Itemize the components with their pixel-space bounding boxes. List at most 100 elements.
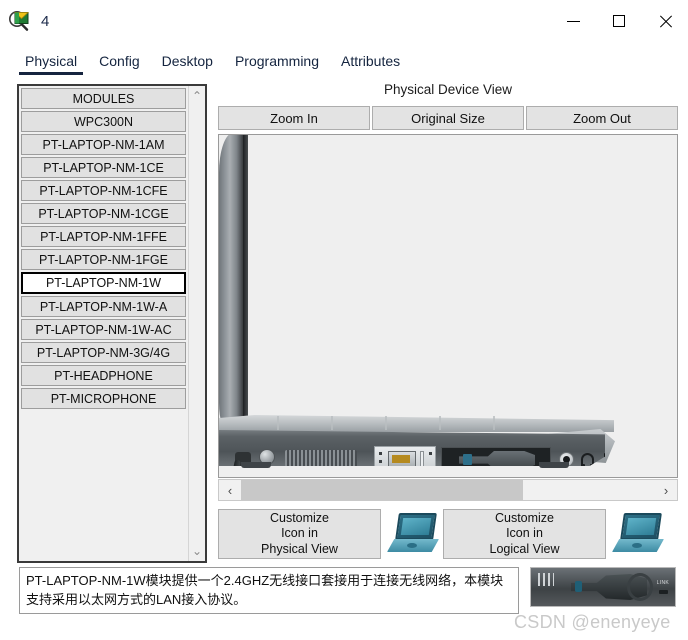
module-preview-image: LINK xyxy=(530,567,676,607)
list-item[interactable]: WPC300N xyxy=(21,111,186,132)
device-view-horizontal-scrollbar[interactable]: ‹ › xyxy=(218,479,678,501)
module-connector-pin xyxy=(575,581,582,592)
tab-desktop-label: Desktop xyxy=(161,53,213,69)
list-item[interactable]: PT-LAPTOP-NM-1CE xyxy=(21,157,186,178)
slot-screw xyxy=(429,468,432,471)
module-description-box: PT-LAPTOP-NM-1W模块提供一个2.4GHZ无线接口套接用于连接无线网… xyxy=(19,567,519,614)
laptop-icon-screen xyxy=(395,513,437,540)
chevron-up-icon[interactable]: ⌃ xyxy=(192,90,202,102)
list-item-label: PT-LAPTOP-NM-1CGE xyxy=(38,206,169,221)
customize-physical-line1: Customize xyxy=(269,510,330,525)
list-item[interactable]: PT-LAPTOP-NM-1FFE xyxy=(21,226,186,247)
bay-tab xyxy=(668,469,673,478)
customize-logical-line2: Icon in xyxy=(506,526,543,541)
chevron-left-icon[interactable]: ‹ xyxy=(219,483,241,498)
physical-device-view-title: Physical Device View xyxy=(383,82,513,97)
keyboard-seam xyxy=(439,416,441,430)
list-item[interactable]: PT-LAPTOP-NM-1W-A xyxy=(21,296,186,317)
customize-icon-physical-view-button[interactable]: Customize Icon in Physical View xyxy=(218,509,381,559)
slot-screw xyxy=(379,452,382,455)
tab-programming-label: Programming xyxy=(234,53,319,69)
list-item[interactable]: PT-LAPTOP-NM-1CGE xyxy=(21,203,186,224)
tab-physical[interactable]: Physical xyxy=(14,54,88,76)
laptop-base xyxy=(219,415,619,471)
title-bar: 4 xyxy=(0,0,688,42)
laptop-base-front xyxy=(219,430,605,466)
list-item-label: PT-LAPTOP-NM-1FFE xyxy=(40,229,167,244)
laptop-foot xyxy=(539,462,569,468)
zoom-in-label: Zoom In xyxy=(270,110,318,126)
maximize-button[interactable] xyxy=(596,0,642,42)
list-item-label: PT-MICROPHONE xyxy=(50,391,157,406)
chevron-right-icon[interactable]: › xyxy=(655,483,677,498)
zoom-in-button[interactable]: Zoom In xyxy=(218,106,370,130)
modules-list[interactable]: MODULES WPC300N PT-LAPTOP-NM-1AM PT-LAPT… xyxy=(19,86,188,561)
slot-screw xyxy=(379,460,382,463)
laptop-icon-screen xyxy=(620,513,662,540)
modules-panel: MODULES WPC300N PT-LAPTOP-NM-1AM PT-LAPT… xyxy=(17,84,207,563)
zoom-button-row: Zoom In Original Size Zoom Out xyxy=(218,106,678,130)
magnifier-device-icon xyxy=(8,8,34,34)
tab-attributes[interactable]: Attributes xyxy=(330,54,411,76)
headphone-icon xyxy=(581,453,594,466)
tab-desktop[interactable]: Desktop xyxy=(151,54,224,76)
list-item[interactable]: PT-LAPTOP-NM-1AM xyxy=(21,134,186,155)
ventilation-grille xyxy=(285,450,357,466)
laptop-lid xyxy=(219,135,245,433)
list-item-selected[interactable]: PT-LAPTOP-NM-1W xyxy=(21,272,186,294)
slot-screw xyxy=(429,452,432,455)
hscroll-track[interactable] xyxy=(241,480,655,500)
list-item[interactable]: PT-LAPTOP-NM-3G/4G xyxy=(21,342,186,363)
list-item-label: PT-LAPTOP-NM-1W-A xyxy=(39,299,168,314)
list-item[interactable]: PT-LAPTOP-NM-1FGE xyxy=(21,249,186,270)
rj45-ethernet-port xyxy=(388,451,416,466)
module-description-text: PT-LAPTOP-NM-1W模块提供一个2.4GHZ无线接口套接用于连接无线网… xyxy=(26,573,504,607)
slot-lever xyxy=(420,451,424,466)
close-button[interactable] xyxy=(642,0,688,42)
maximize-icon xyxy=(613,15,625,27)
tab-config[interactable]: Config xyxy=(88,54,150,76)
title-bar-left: 4 xyxy=(0,8,49,34)
customize-physical-line2: Icon in xyxy=(281,526,318,541)
laptop-icon xyxy=(610,512,664,556)
close-icon xyxy=(659,15,672,28)
hscroll-thumb[interactable] xyxy=(241,480,523,500)
tab-attributes-label: Attributes xyxy=(341,53,401,69)
chevron-down-icon[interactable]: ⌄ xyxy=(192,545,202,557)
usb-port xyxy=(647,453,666,465)
customize-physical-line3: Physical View xyxy=(261,541,338,556)
customize-row: Customize Icon in Physical View Customiz… xyxy=(218,508,678,560)
window-title: 4 xyxy=(41,12,50,30)
customize-logical-line3: Logical View xyxy=(489,541,560,556)
list-item[interactable]: MODULES xyxy=(21,88,186,109)
minimize-button[interactable] xyxy=(550,0,596,42)
list-item-label: PT-LAPTOP-NM-1FGE xyxy=(39,252,168,267)
power-cable xyxy=(229,459,241,466)
laptop-icon-touchpad xyxy=(407,543,417,548)
list-item[interactable]: PT-LAPTOP-NM-1W-AC xyxy=(21,319,186,340)
list-item-label: MODULES xyxy=(72,91,135,106)
minimize-icon xyxy=(566,20,580,22)
list-item-label: PT-LAPTOP-NM-3G/4G xyxy=(36,345,171,360)
tab-config-label: Config xyxy=(99,53,140,69)
list-item-label: PT-HEADPHONE xyxy=(54,368,153,383)
laptop-icon xyxy=(385,512,439,556)
modules-vertical-scrollbar[interactable]: ⌃ ⌄ xyxy=(188,86,205,561)
zoom-out-label: Zoom Out xyxy=(573,110,631,126)
list-item[interactable]: PT-MICROPHONE xyxy=(21,388,186,409)
keyboard-seam xyxy=(277,416,279,430)
customize-logical-line1: Customize xyxy=(494,510,555,525)
keyboard-seam xyxy=(493,416,495,430)
list-item[interactable]: PT-HEADPHONE xyxy=(21,365,186,386)
laptop-lid-edge xyxy=(243,135,248,431)
customize-icon-logical-view-button[interactable]: Customize Icon in Logical View xyxy=(443,509,606,559)
device-view-canvas[interactable] xyxy=(218,134,678,478)
tab-physical-label: Physical xyxy=(25,53,78,69)
zoom-out-button[interactable]: Zoom Out xyxy=(526,106,678,130)
list-item[interactable]: PT-LAPTOP-NM-1CFE xyxy=(21,180,186,201)
tab-programming[interactable]: Programming xyxy=(224,54,330,76)
original-size-button[interactable]: Original Size xyxy=(372,106,524,130)
usb-icon xyxy=(629,456,643,465)
keyboard-seam xyxy=(385,416,387,430)
bay-marking xyxy=(535,468,545,476)
